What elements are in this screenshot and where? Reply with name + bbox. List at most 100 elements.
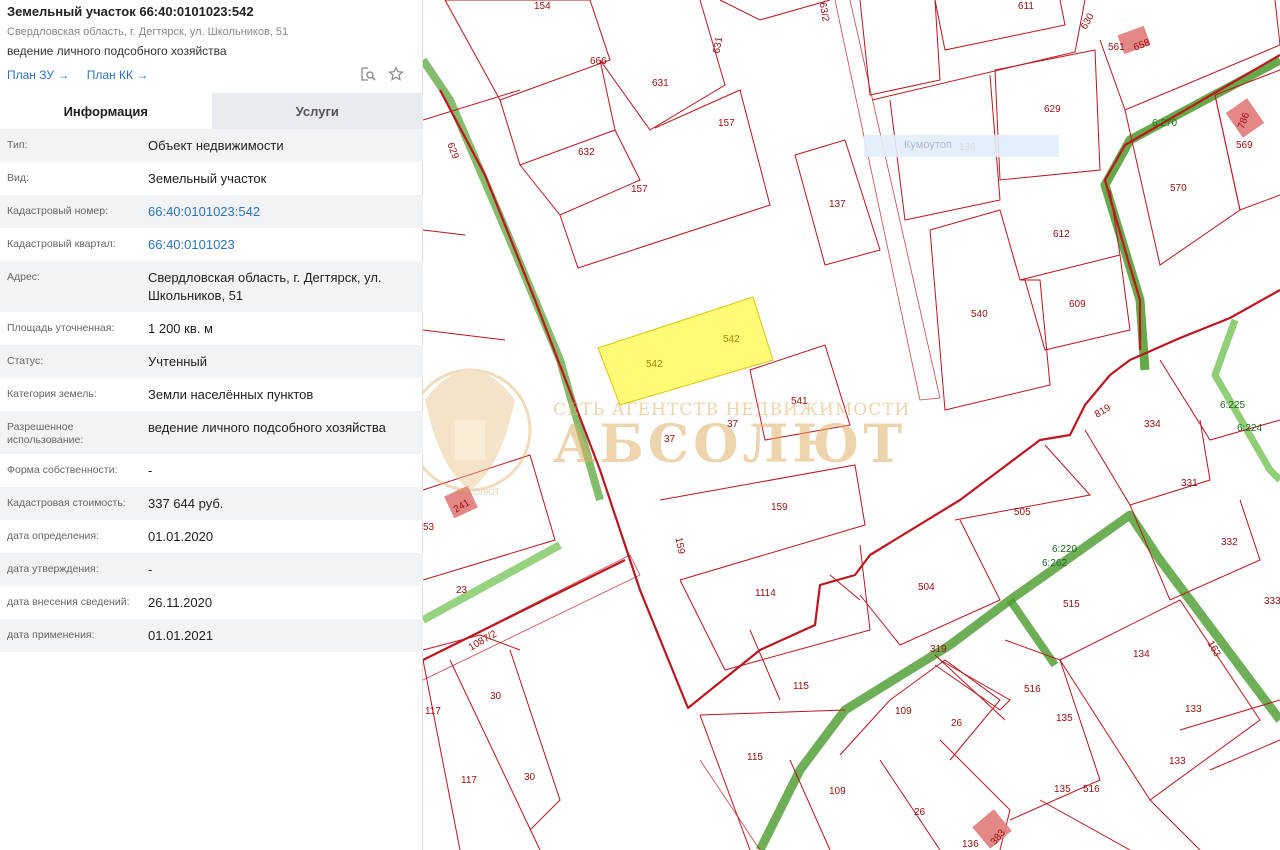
svg-text:137: 137 [829, 199, 846, 210]
svg-text:630: 630 [1079, 11, 1097, 31]
row-value: Объект недвижимости [148, 138, 284, 153]
svg-text:6:225: 6:225 [1220, 400, 1245, 411]
row-value: - [148, 562, 153, 577]
info-row-cadastral-number: Кадастровый номер: 66:40:0101023:542 [0, 195, 423, 228]
svg-text:134: 134 [1133, 649, 1150, 660]
info-row-date-determined: дата определения: 01.01.2020 [0, 520, 423, 553]
star-icon[interactable] [388, 66, 404, 82]
svg-text:332: 332 [1221, 537, 1238, 548]
svg-text:542: 542 [646, 359, 663, 370]
row-value: Земли населённых пунктов [148, 387, 314, 402]
green-utility-line [423, 541, 562, 624]
info-row-area: Площадь уточненная: 1 200 кв. м [0, 312, 423, 345]
search-document-icon[interactable] [360, 66, 376, 82]
cadastral-quarter-link[interactable]: 66:40:0101023 [148, 236, 413, 254]
svg-text:136: 136 [962, 839, 979, 850]
row-value: ведение личного подсобного хозяйства [148, 420, 386, 435]
row-label: Категория земель: [7, 388, 97, 400]
plan-zu-link[interactable]: План ЗУ → [7, 68, 69, 82]
svg-text:159: 159 [771, 502, 788, 513]
svg-text:109: 109 [829, 786, 846, 797]
usage-subtitle: ведение личного подсобного хозяйства [7, 44, 227, 58]
svg-text:6:262: 6:262 [1042, 558, 1067, 569]
svg-text:117: 117 [461, 775, 477, 786]
info-row-cadastral-value: Кадастровая стоимость: 337 644 руб. [0, 487, 423, 520]
svg-text:53: 53 [423, 522, 435, 533]
plan-kk-link[interactable]: План КК → [87, 68, 149, 82]
row-label: Статус: [7, 355, 44, 367]
svg-text:133: 133 [1185, 704, 1202, 715]
svg-text:30: 30 [490, 691, 502, 702]
info-row-cadastral-quarter: Кадастровый квартал: 66:40:0101023 [0, 228, 423, 261]
info-row-ownership: Форма собственности: - [0, 454, 423, 487]
row-label: дата применения: [7, 629, 95, 641]
svg-text:609: 609 [1069, 299, 1086, 310]
row-label: дата утверждения: [7, 563, 99, 575]
svg-text:6:224: 6:224 [1237, 423, 1262, 434]
svg-text:516: 516 [1024, 684, 1041, 695]
tab-services[interactable]: Услуги [211, 93, 423, 129]
row-value: 337 644 руб. [148, 496, 224, 511]
svg-text:157: 157 [718, 118, 735, 129]
svg-text:666: 666 [590, 56, 607, 67]
info-row-status: Статус: Учтенный [0, 345, 423, 378]
svg-text:570: 570 [1170, 183, 1187, 194]
svg-text:632: 632 [578, 147, 595, 158]
row-value: 01.01.2021 [148, 628, 214, 643]
svg-text:515: 515 [1063, 599, 1080, 610]
row-label: Площадь уточненная: [7, 322, 115, 334]
row-value: Учтенный [148, 354, 208, 369]
info-row-date-approved: дата утверждения: - [0, 553, 423, 586]
green-utility-line [755, 510, 1280, 850]
svg-text:26: 26 [951, 718, 963, 729]
svg-text:159: 159 [673, 537, 687, 556]
svg-text:135: 135 [1056, 713, 1073, 724]
svg-text:331: 331 [1181, 478, 1198, 489]
row-label: Адрес: [7, 271, 40, 283]
selected-parcel-542[interactable] [597, 296, 774, 406]
svg-text:505: 505 [1014, 507, 1031, 518]
watermark-line2: АБСОЛЮТ [553, 414, 907, 475]
info-row-date-entered: дата внесения сведений: 26.11.2020 [0, 586, 423, 619]
svg-text:516: 516 [1083, 784, 1100, 795]
row-value: 1 200 кв. м [148, 321, 213, 336]
svg-text:135: 135 [1054, 784, 1071, 795]
row-label: Кадастровый номер: [7, 205, 109, 217]
svg-text:115: 115 [747, 752, 763, 763]
svg-text:115: 115 [793, 681, 809, 692]
plan-links: План ЗУ → План КК → [7, 68, 162, 82]
svg-text:631: 631 [712, 36, 726, 55]
panel-title: Земельный участок 66:40:0101023:542 [7, 4, 254, 19]
svg-text:819: 819 [1093, 402, 1113, 420]
svg-text:133: 133 [1169, 756, 1186, 767]
header-icons [360, 66, 404, 82]
svg-text:611: 611 [1018, 1, 1034, 12]
svg-text:542: 542 [723, 334, 740, 345]
row-value: 01.01.2020 [148, 529, 214, 544]
row-label: Тип: [7, 139, 28, 151]
svg-text:333: 333 [1264, 596, 1280, 607]
svg-text:23: 23 [456, 585, 468, 596]
tab-information[interactable]: Информация [0, 93, 212, 129]
svg-text:1114: 1114 [755, 588, 776, 599]
svg-text:504: 504 [918, 582, 935, 593]
info-row-permitted-use: Разрешенное использование: ведение личног… [0, 411, 423, 454]
row-value: - [148, 463, 153, 478]
row-label: Вид: [7, 172, 29, 184]
cadastral-map[interactable]: 154 666 631 631 632 157 157 611 630 561 658 629… [423, 0, 1280, 850]
info-row-kind: Вид: Земельный участок [0, 162, 423, 195]
info-row-land-category: Категория земель: Земли населённых пункто… [0, 378, 423, 411]
svg-text:63/2: 63/2 [817, 2, 831, 24]
svg-text:612: 612 [1053, 229, 1070, 240]
svg-text:629: 629 [1044, 104, 1061, 115]
svg-text:109: 109 [895, 706, 912, 717]
cadastral-number-link[interactable]: 66:40:0101023:542 [148, 203, 413, 221]
address-subtitle: Свердловская область, г. Дегтярск, ул. Ш… [7, 26, 289, 38]
svg-text:334: 334 [1144, 419, 1161, 430]
svg-text:631: 631 [652, 78, 669, 89]
row-label: дата внесения сведений: [7, 596, 130, 608]
faded-street-label: Кумоутоп [864, 135, 1059, 157]
svg-text:26: 26 [914, 807, 926, 818]
info-row-date-applied: дата применения: 01.01.2021 [0, 619, 423, 652]
svg-text:157: 157 [631, 184, 648, 195]
